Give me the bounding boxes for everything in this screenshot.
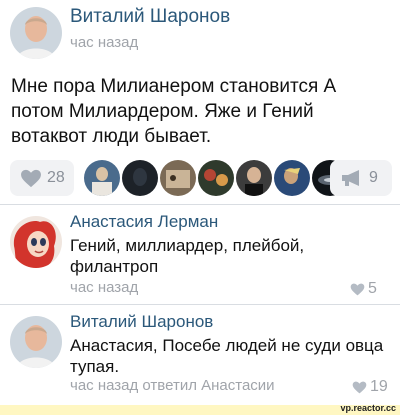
liker-avatar[interactable] <box>160 160 196 196</box>
liker-avatar[interactable] <box>84 160 120 196</box>
heart-icon <box>352 381 367 394</box>
liker-avatar[interactable] <box>274 160 310 196</box>
comment-author[interactable]: Виталий Шаронов <box>70 312 213 332</box>
comment-text: Гений, миллиардер, плейбой, филантроп <box>70 236 305 276</box>
watermark: vp.reactor.cc <box>340 403 396 413</box>
comment-like-count: 5 <box>368 280 377 297</box>
liker-avatar[interactable] <box>122 160 158 196</box>
avatar[interactable] <box>10 316 62 368</box>
post-author[interactable]: Виталий Шаронов <box>70 6 230 28</box>
like-count: 28 <box>47 169 65 186</box>
avatar[interactable] <box>10 216 62 268</box>
like-button[interactable]: 28 <box>10 160 74 196</box>
share-count: 9 <box>369 169 378 186</box>
comment-author[interactable]: Анастасия Лерман <box>70 212 218 232</box>
post-actions: 28 9 <box>0 160 400 202</box>
comment-like-count: 19 <box>370 378 388 395</box>
post-time: час назад <box>70 34 139 51</box>
comment: Виталий Шаронов Анастасия, Посебе людей … <box>0 306 400 404</box>
post-text: Мне пора Милианером становится А потом М… <box>11 76 337 147</box>
post-header: Виталий Шаронов час назад <box>0 0 400 62</box>
heart-icon <box>21 169 41 188</box>
divider <box>0 304 400 305</box>
divider <box>0 204 400 205</box>
share-button[interactable]: 9 <box>330 160 392 196</box>
heart-icon <box>350 283 365 296</box>
comment-time: час назад ответил Анастасии <box>70 377 275 394</box>
avatar[interactable] <box>10 7 62 59</box>
comment-text: Анастасия, Посебе людей не суди овца туп… <box>70 336 384 376</box>
comment-time: час назад <box>70 279 139 296</box>
liker-avatar[interactable] <box>236 160 272 196</box>
megaphone-icon <box>342 170 359 186</box>
liker-avatar[interactable] <box>198 160 234 196</box>
comment: Анастасия Лерман Гений, миллиардер, плей… <box>0 206 400 304</box>
